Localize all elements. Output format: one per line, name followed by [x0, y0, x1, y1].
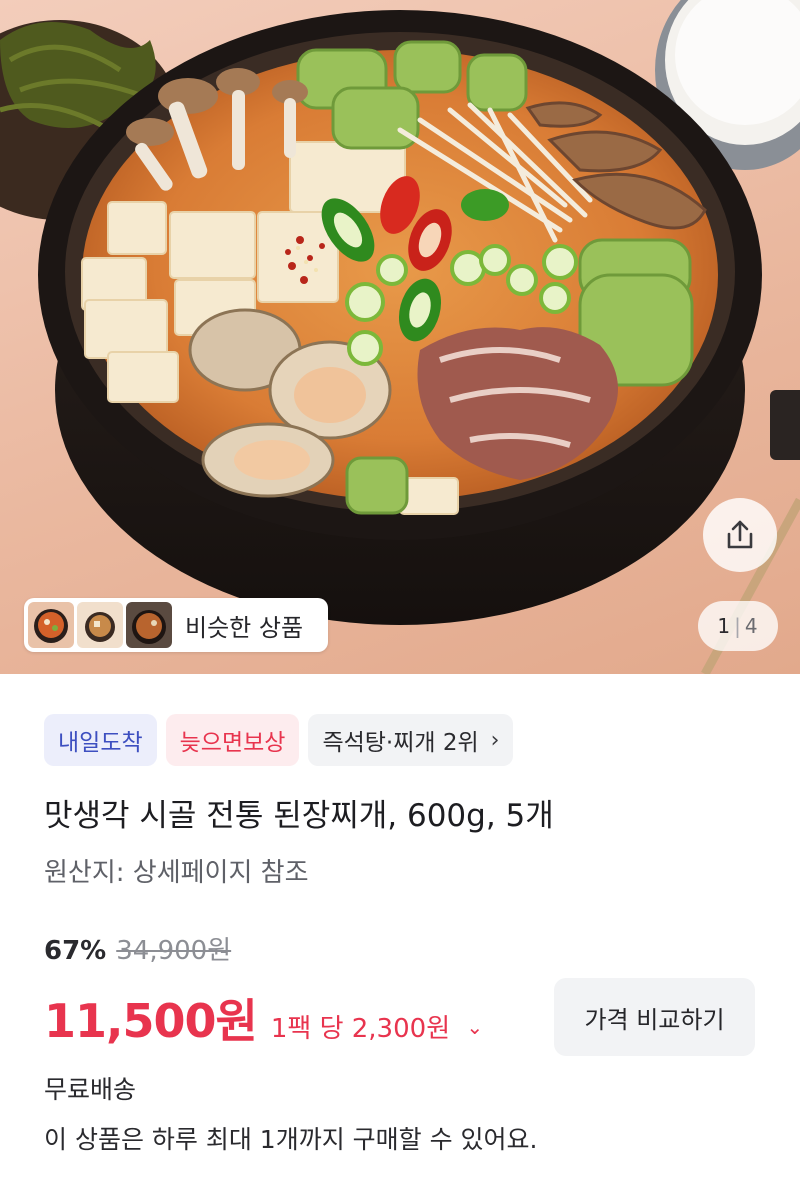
image-counter: 1 | 4 — [698, 601, 778, 651]
purchase-limit-notice: 이 상품은 하루 최대 1개까지 구매할 수 있어요. — [44, 1125, 538, 1154]
similar-thumbnail-2 — [77, 602, 123, 648]
arrival-badge: 내일도착 — [44, 714, 157, 766]
price-compare-button[interactable]: 가격 비교하기 — [554, 978, 755, 1056]
chevron-right-icon: › — [490, 727, 500, 753]
product-title: 맛생각 시골 전통 된장찌개, 600g, 5개 — [44, 798, 554, 834]
category-rank-label: 즉석탕·찌개 2위 — [322, 730, 479, 756]
original-price: 34,900원 — [116, 936, 232, 966]
badge-row: 내일도착 늦으면보상 즉석탕·찌개 2위 › — [44, 714, 514, 766]
unit-price-toggle[interactable]: 1팩 당 2,300원 ⌄ — [271, 1008, 483, 1045]
similar-products-button[interactable]: 비슷한 상품 — [24, 598, 328, 652]
image-counter-separator: | — [734, 614, 742, 638]
shipping-info: 무료배송 — [44, 1075, 137, 1104]
category-rank-badge[interactable]: 즉석탕·찌개 2위 › — [308, 714, 514, 766]
price-row: 11,500원 1팩 당 2,300원 ⌄ — [44, 985, 483, 1051]
product-origin: 원산지: 상세페이지 참조 — [44, 858, 309, 888]
share-button[interactable] — [703, 498, 777, 572]
image-counter-total: 4 — [744, 614, 759, 638]
chevron-down-icon: ⌄ — [466, 1015, 484, 1039]
product-photo — [0, 0, 800, 674]
similar-products-label: 비슷한 상품 — [185, 613, 304, 642]
discount-row: 67% 34,900원 — [44, 930, 231, 967]
sale-price: 11,500원 — [44, 994, 258, 1048]
late-compensation-badge: 늦으면보상 — [165, 714, 300, 766]
product-image-carousel[interactable]: 1 | 4 비슷한 상품 — [0, 0, 800, 674]
similar-thumbnail-3 — [126, 602, 172, 648]
image-counter-current: 1 — [717, 614, 732, 638]
unit-price: 1팩 당 2,300원 — [270, 1014, 451, 1044]
share-icon — [727, 520, 753, 549]
discount-rate: 67% — [44, 936, 107, 966]
similar-thumbnail-1 — [28, 602, 74, 648]
